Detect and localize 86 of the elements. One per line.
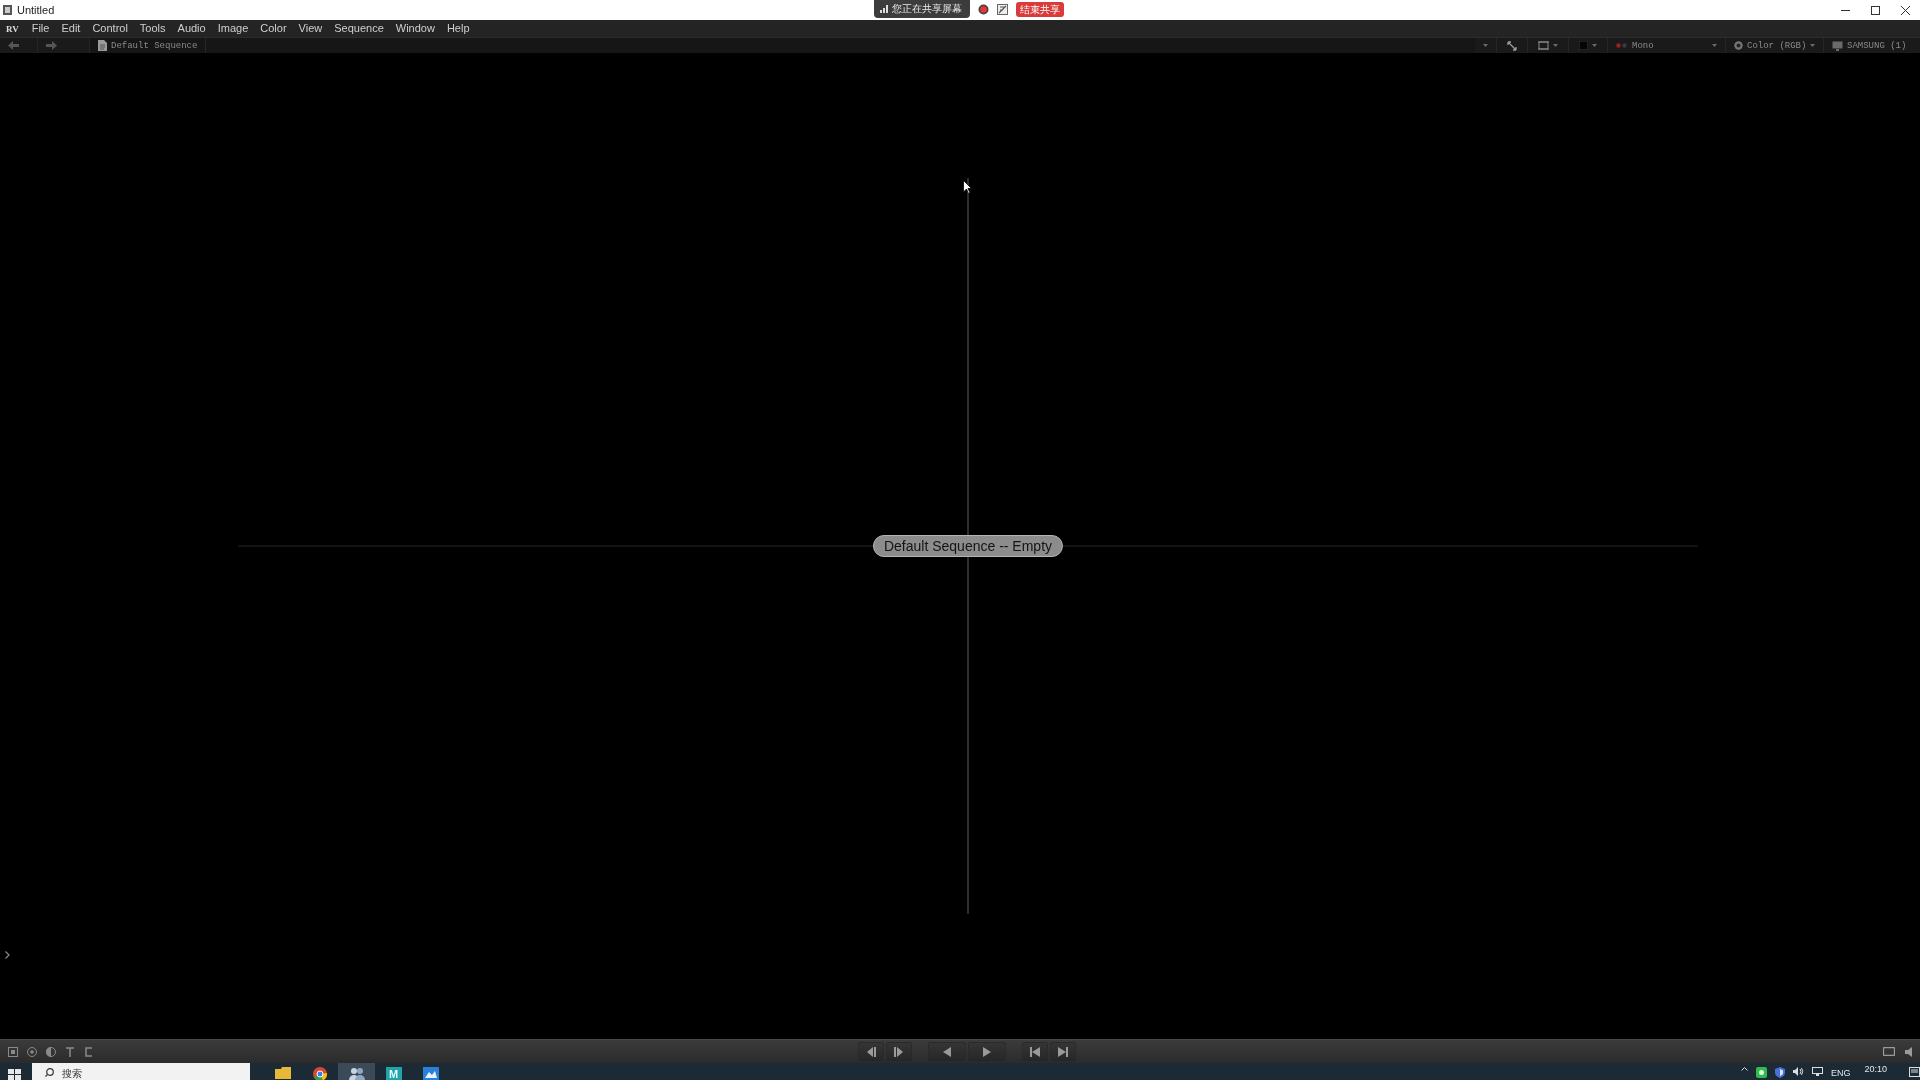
color-circle-icon: [1734, 41, 1743, 50]
stop-sharing-button[interactable]: 结束共享: [1016, 1, 1064, 17]
chevron-up-icon[interactable]: [1740, 1067, 1748, 1071]
browser-icon: [312, 1067, 327, 1080]
display-dropdown[interactable]: SAMSUNG (1): [1824, 38, 1920, 53]
t-shape-icon: [65, 1046, 75, 1057]
menu-item[interactable]: Sequence: [328, 20, 390, 37]
arrow-right-icon: [46, 41, 57, 50]
windows-logo-icon: [8, 1069, 21, 1080]
menu-item[interactable]: Edit: [55, 20, 87, 37]
app-logo: RV: [6, 23, 19, 34]
play-backward-icon: [943, 1046, 951, 1057]
square-swatch-icon: [1579, 41, 1588, 50]
speaker-icon: [1905, 1046, 1914, 1057]
go-to-end-button[interactable]: [1050, 1041, 1076, 1062]
bracket-icon: [84, 1046, 94, 1057]
document-icon: [98, 40, 107, 51]
chevron-right-icon[interactable]: [5, 951, 10, 959]
caret-icon: [1553, 44, 1558, 47]
search-icon: [45, 1068, 54, 1077]
drawing-tool-icon[interactable]: [997, 3, 1008, 15]
caret-icon: [1483, 44, 1488, 47]
step-forward-icon: [894, 1046, 904, 1057]
go-to-start-button[interactable]: [1022, 1041, 1048, 1062]
signal-bars-icon: [880, 5, 888, 13]
step-back-icon: [866, 1046, 876, 1057]
frame-toggle-button[interactable]: [1883, 1047, 1895, 1056]
sequence-status-label: Default Sequence -- Empty: [872, 535, 1064, 557]
menu-item[interactable]: Control: [86, 20, 134, 37]
play-icon: [983, 1046, 991, 1057]
frame-icon: [1538, 41, 1549, 50]
skip-forward-icon: [1058, 1046, 1068, 1057]
skip-back-icon: [1030, 1046, 1040, 1057]
square-icon: [8, 1046, 18, 1057]
caret-icon: [1592, 44, 1597, 47]
channel-dots-icon: [1616, 43, 1628, 48]
arrow-left-icon: [8, 41, 19, 50]
folder-icon: [274, 1067, 291, 1079]
menu-item[interactable]: Audio: [171, 20, 212, 37]
menu-item[interactable]: File: [25, 20, 56, 37]
mountain-picture-icon: [422, 1067, 439, 1080]
meeting-app-button[interactable]: [338, 1063, 375, 1080]
menu-item[interactable]: Window: [389, 20, 441, 37]
bracket-button[interactable]: [84, 1046, 94, 1057]
menu-item[interactable]: Image: [211, 20, 255, 37]
notification-icon[interactable]: [1909, 1067, 1920, 1077]
record-icon[interactable]: [978, 3, 989, 15]
menu-item[interactable]: Tools: [133, 20, 172, 37]
play-backward-button[interactable]: [928, 1041, 966, 1062]
mouse-pointer-icon: [963, 180, 972, 194]
caret-icon: [1810, 44, 1816, 47]
target-button[interactable]: [27, 1046, 37, 1057]
menu-item[interactable]: View: [292, 20, 329, 37]
volume-button[interactable]: [1905, 1046, 1914, 1057]
monitor-icon: [1832, 40, 1843, 51]
channel-dropdown[interactable]: Mono: [1608, 38, 1726, 53]
monitor-icon[interactable]: [1811, 1067, 1823, 1076]
screen-share-status: 您正在共享屏幕: [892, 2, 962, 16]
close-icon: [1900, 5, 1910, 15]
clock[interactable]: 20:10: [1864, 1064, 1887, 1074]
maximize-icon: [1870, 5, 1880, 15]
half-circle-button[interactable]: [46, 1046, 56, 1057]
shield-icon[interactable]: [1774, 1067, 1785, 1078]
fullscreen-button[interactable]: [1497, 38, 1528, 53]
step-forward-button[interactable]: [886, 1041, 912, 1062]
target-icon: [27, 1046, 37, 1057]
frame-icon: [1883, 1047, 1895, 1056]
input-language-indicator[interactable]: ENG: [1830, 1067, 1851, 1079]
frame-button[interactable]: [1528, 38, 1569, 53]
people-icon: [348, 1067, 365, 1080]
app-icon: [3, 5, 12, 15]
search-field[interactable]: 搜索: [32, 1063, 250, 1080]
expand-arrows-icon: [1507, 40, 1517, 51]
window-title: Untitled: [17, 4, 55, 16]
color-mode-dropdown[interactable]: Color (RGB): [1726, 38, 1824, 53]
step-back-button[interactable]: [858, 1041, 884, 1062]
speaker-icon[interactable]: [1792, 1067, 1804, 1076]
menu-item[interactable]: Help: [440, 20, 476, 37]
app-tile-icon[interactable]: [1755, 1067, 1767, 1078]
square-button[interactable]: [8, 1046, 18, 1057]
t-shape-button[interactable]: [65, 1046, 75, 1057]
menu-item[interactable]: Color: [254, 20, 293, 37]
caret-icon: [1712, 44, 1717, 47]
play-button[interactable]: [968, 1041, 1006, 1062]
half-circle-icon: [46, 1046, 56, 1057]
minimize-icon: [1840, 9, 1850, 11]
